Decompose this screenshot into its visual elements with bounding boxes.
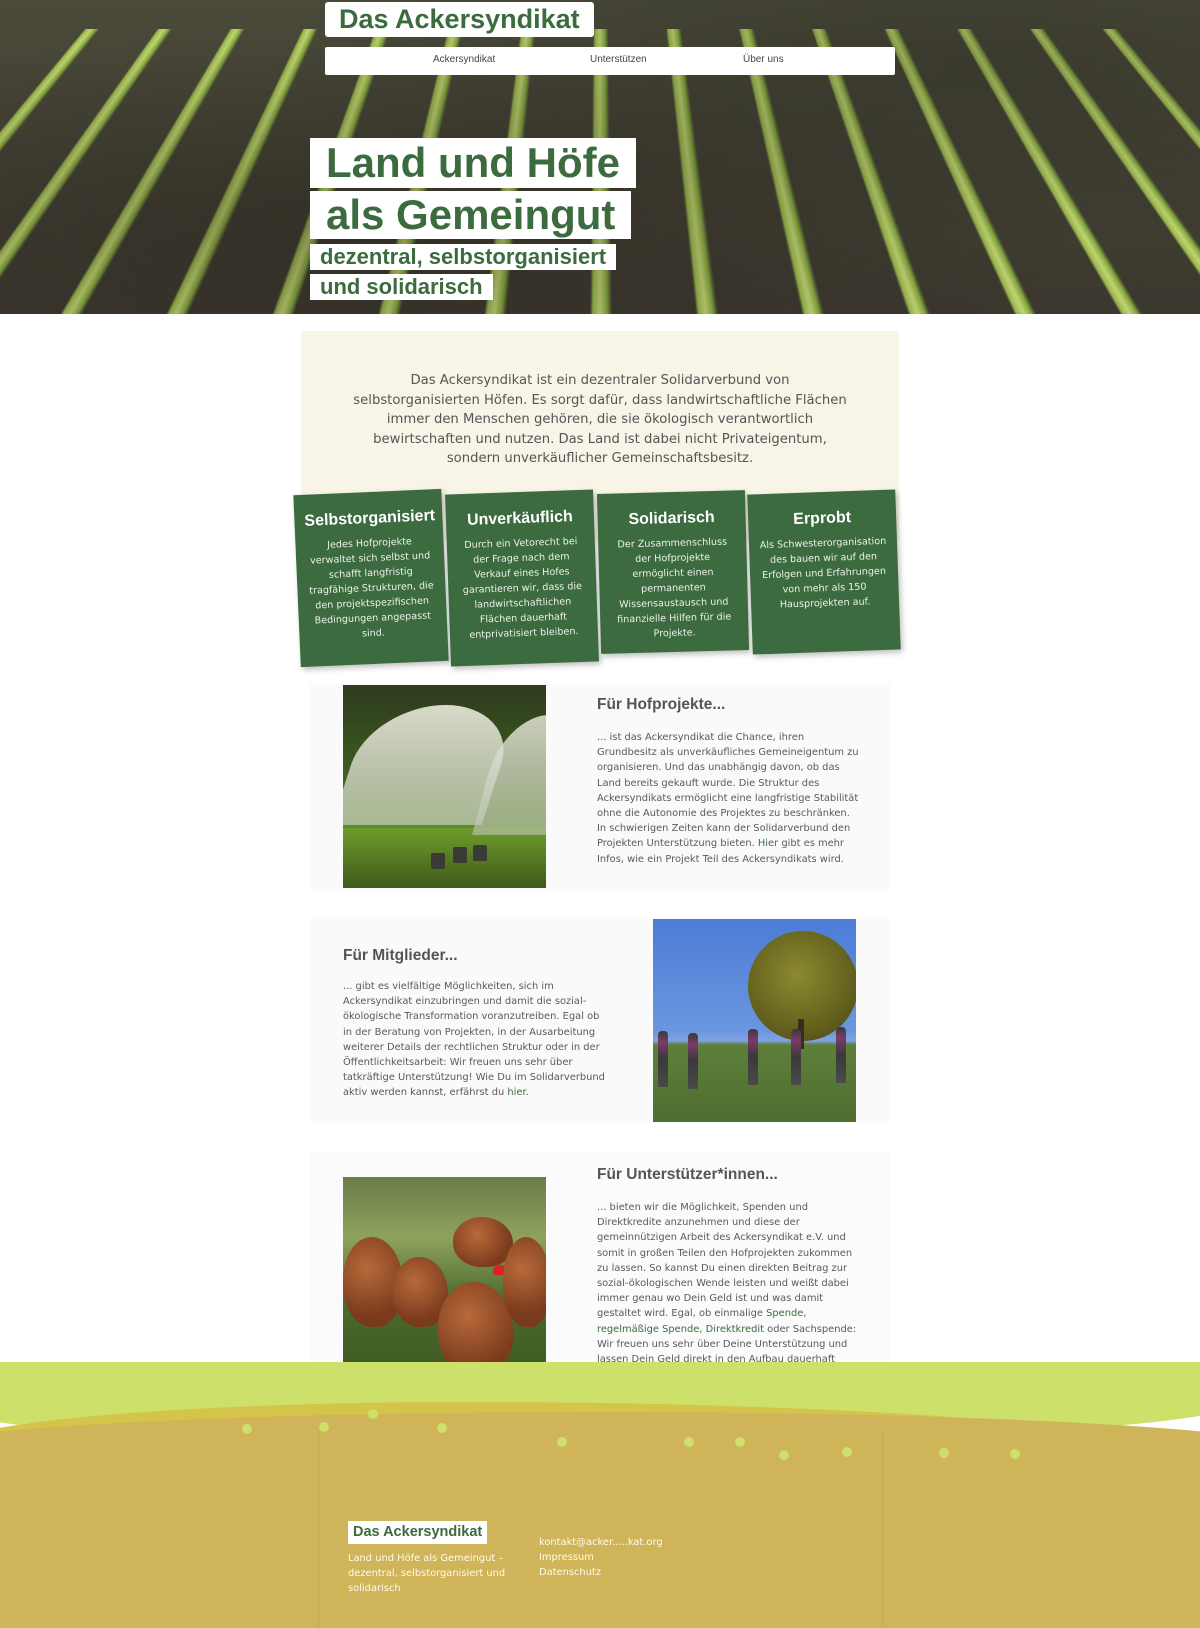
direktkredit-link[interactable]: Direktkredit [706, 1324, 764, 1335]
pillar-title: Erprobt [792, 509, 852, 529]
footer-impressum-link[interactable]: Impressum [539, 1550, 663, 1565]
mitglieder-info-link[interactable]: hier [507, 1087, 525, 1098]
pillar-erprobt: Erprobt Als Schwesterorganisation des ba… [747, 489, 901, 655]
section-text: ... ist das Ackersyndikat die Chance, ih… [597, 732, 859, 865]
intro-text: Das Ackersyndikat ist ein dezentraler So… [353, 373, 847, 466]
section-text: ... gibt es vielfältige Möglichkeiten, s… [343, 981, 605, 1099]
footer [0, 1362, 1200, 1628]
hero-subline-line2: und solidarisch [310, 274, 493, 300]
spende-link[interactable]: Spende [766, 1308, 803, 1319]
section-mitglieder: Für Mitglieder... ... gibt es vielfältig… [310, 919, 890, 1123]
hero-headline-line2: als Gemeingut [310, 191, 632, 239]
section-hofprojekte: Für Hofprojekte... ... ist das Ackersynd… [310, 684, 890, 889]
section-title: Für Unterstützer*innen... [597, 1166, 778, 1183]
pillar-text: Als Schwesterorganisation des bauen wir … [759, 535, 887, 611]
footer-datenschutz-link[interactable]: Datenschutz [539, 1565, 663, 1580]
nav-item-ackersyndikat[interactable]: Ackersyndikat [433, 54, 495, 65]
pillar-text: Jedes Hofprojekte verwaltet sich selbst … [309, 536, 434, 640]
nav-item-unterstuetzen[interactable]: Unterstützen [590, 54, 647, 65]
pillar-title: Selbstorganisiert [304, 507, 436, 530]
main-nav: Ackersyndikat Unterstützen Über uns [325, 47, 895, 75]
pillar-title: Solidarisch [628, 508, 715, 529]
footer-tagline: Land und Höfe als Gemeingut – dezentral,… [348, 1553, 506, 1595]
greenhouse-photo [343, 685, 546, 888]
pillar-title: Unverkäuflich [466, 508, 574, 529]
group-photo [653, 919, 856, 1122]
footer-links: kontakt@acker.....kat.org Impressum Date… [539, 1535, 663, 1581]
regelmaessige-spende-link[interactable]: regelmäßige Spende [597, 1324, 699, 1335]
pillar-text: Der Zusammenschluss der Hofprojekte ermö… [617, 536, 732, 640]
section-title: Für Hofprojekte... [597, 696, 726, 713]
footer-logo[interactable]: Das Ackersyndikat [348, 1521, 488, 1544]
pillar-solidarisch: Solidarisch Der Zusammenschluss der Hofp… [596, 490, 750, 654]
site-title[interactable]: Das Ackersyndikat [325, 2, 594, 37]
hero-headline-line1: Land und Höfe [310, 138, 636, 188]
pillar-unverkaeuflich: Unverkäuflich Durch ein Vetorecht bei de… [445, 489, 599, 667]
pillar-selbstorganisiert: Selbstorganisiert Jedes Hofprojekte verw… [293, 488, 449, 668]
footer-contact-email[interactable]: kontakt@acker.....kat.org [539, 1535, 663, 1550]
section-title: Für Mitglieder... [343, 947, 458, 964]
hofprojekte-info-link[interactable]: Hier [758, 838, 778, 849]
chickens-photo [343, 1177, 546, 1380]
hero-subline-line1: dezentral, selbstorganisiert [310, 244, 617, 270]
nav-item-ueber-uns[interactable]: Über uns [743, 54, 784, 65]
pillar-text: Durch ein Vetorecht bei der Frage nach d… [462, 536, 583, 641]
